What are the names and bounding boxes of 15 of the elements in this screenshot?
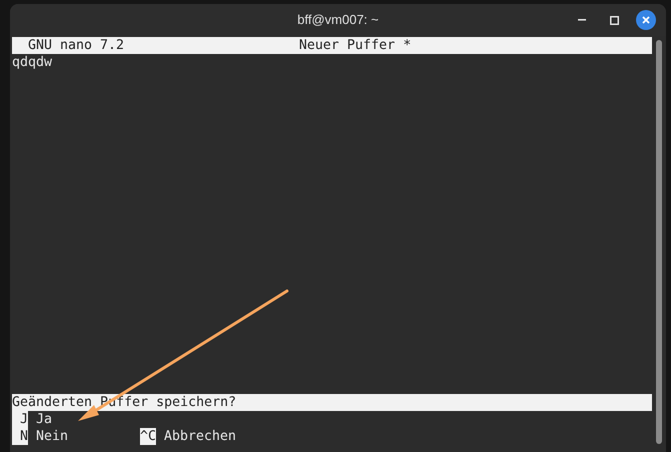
option-label: Abbrechen — [164, 428, 236, 445]
buffer-name: Neuer Puffer * — [299, 37, 412, 54]
minimize-icon — [578, 19, 586, 21]
option-label: Nein — [36, 428, 68, 445]
program-version: GNU nano 7.2 — [27, 37, 126, 54]
text-line: qdqdw — [12, 54, 54, 71]
shortcut-key[interactable]: N — [12, 428, 28, 445]
scrollbar[interactable] — [656, 40, 662, 444]
close-icon — [642, 16, 650, 24]
maximize-icon — [610, 16, 618, 24]
close-button[interactable] — [636, 10, 656, 30]
window-title: bff@vm007: ~ — [297, 11, 379, 30]
shortcut-key[interactable]: ^C — [140, 428, 156, 445]
shortcut-key[interactable]: J — [12, 411, 28, 428]
option-label: Ja — [36, 411, 52, 428]
